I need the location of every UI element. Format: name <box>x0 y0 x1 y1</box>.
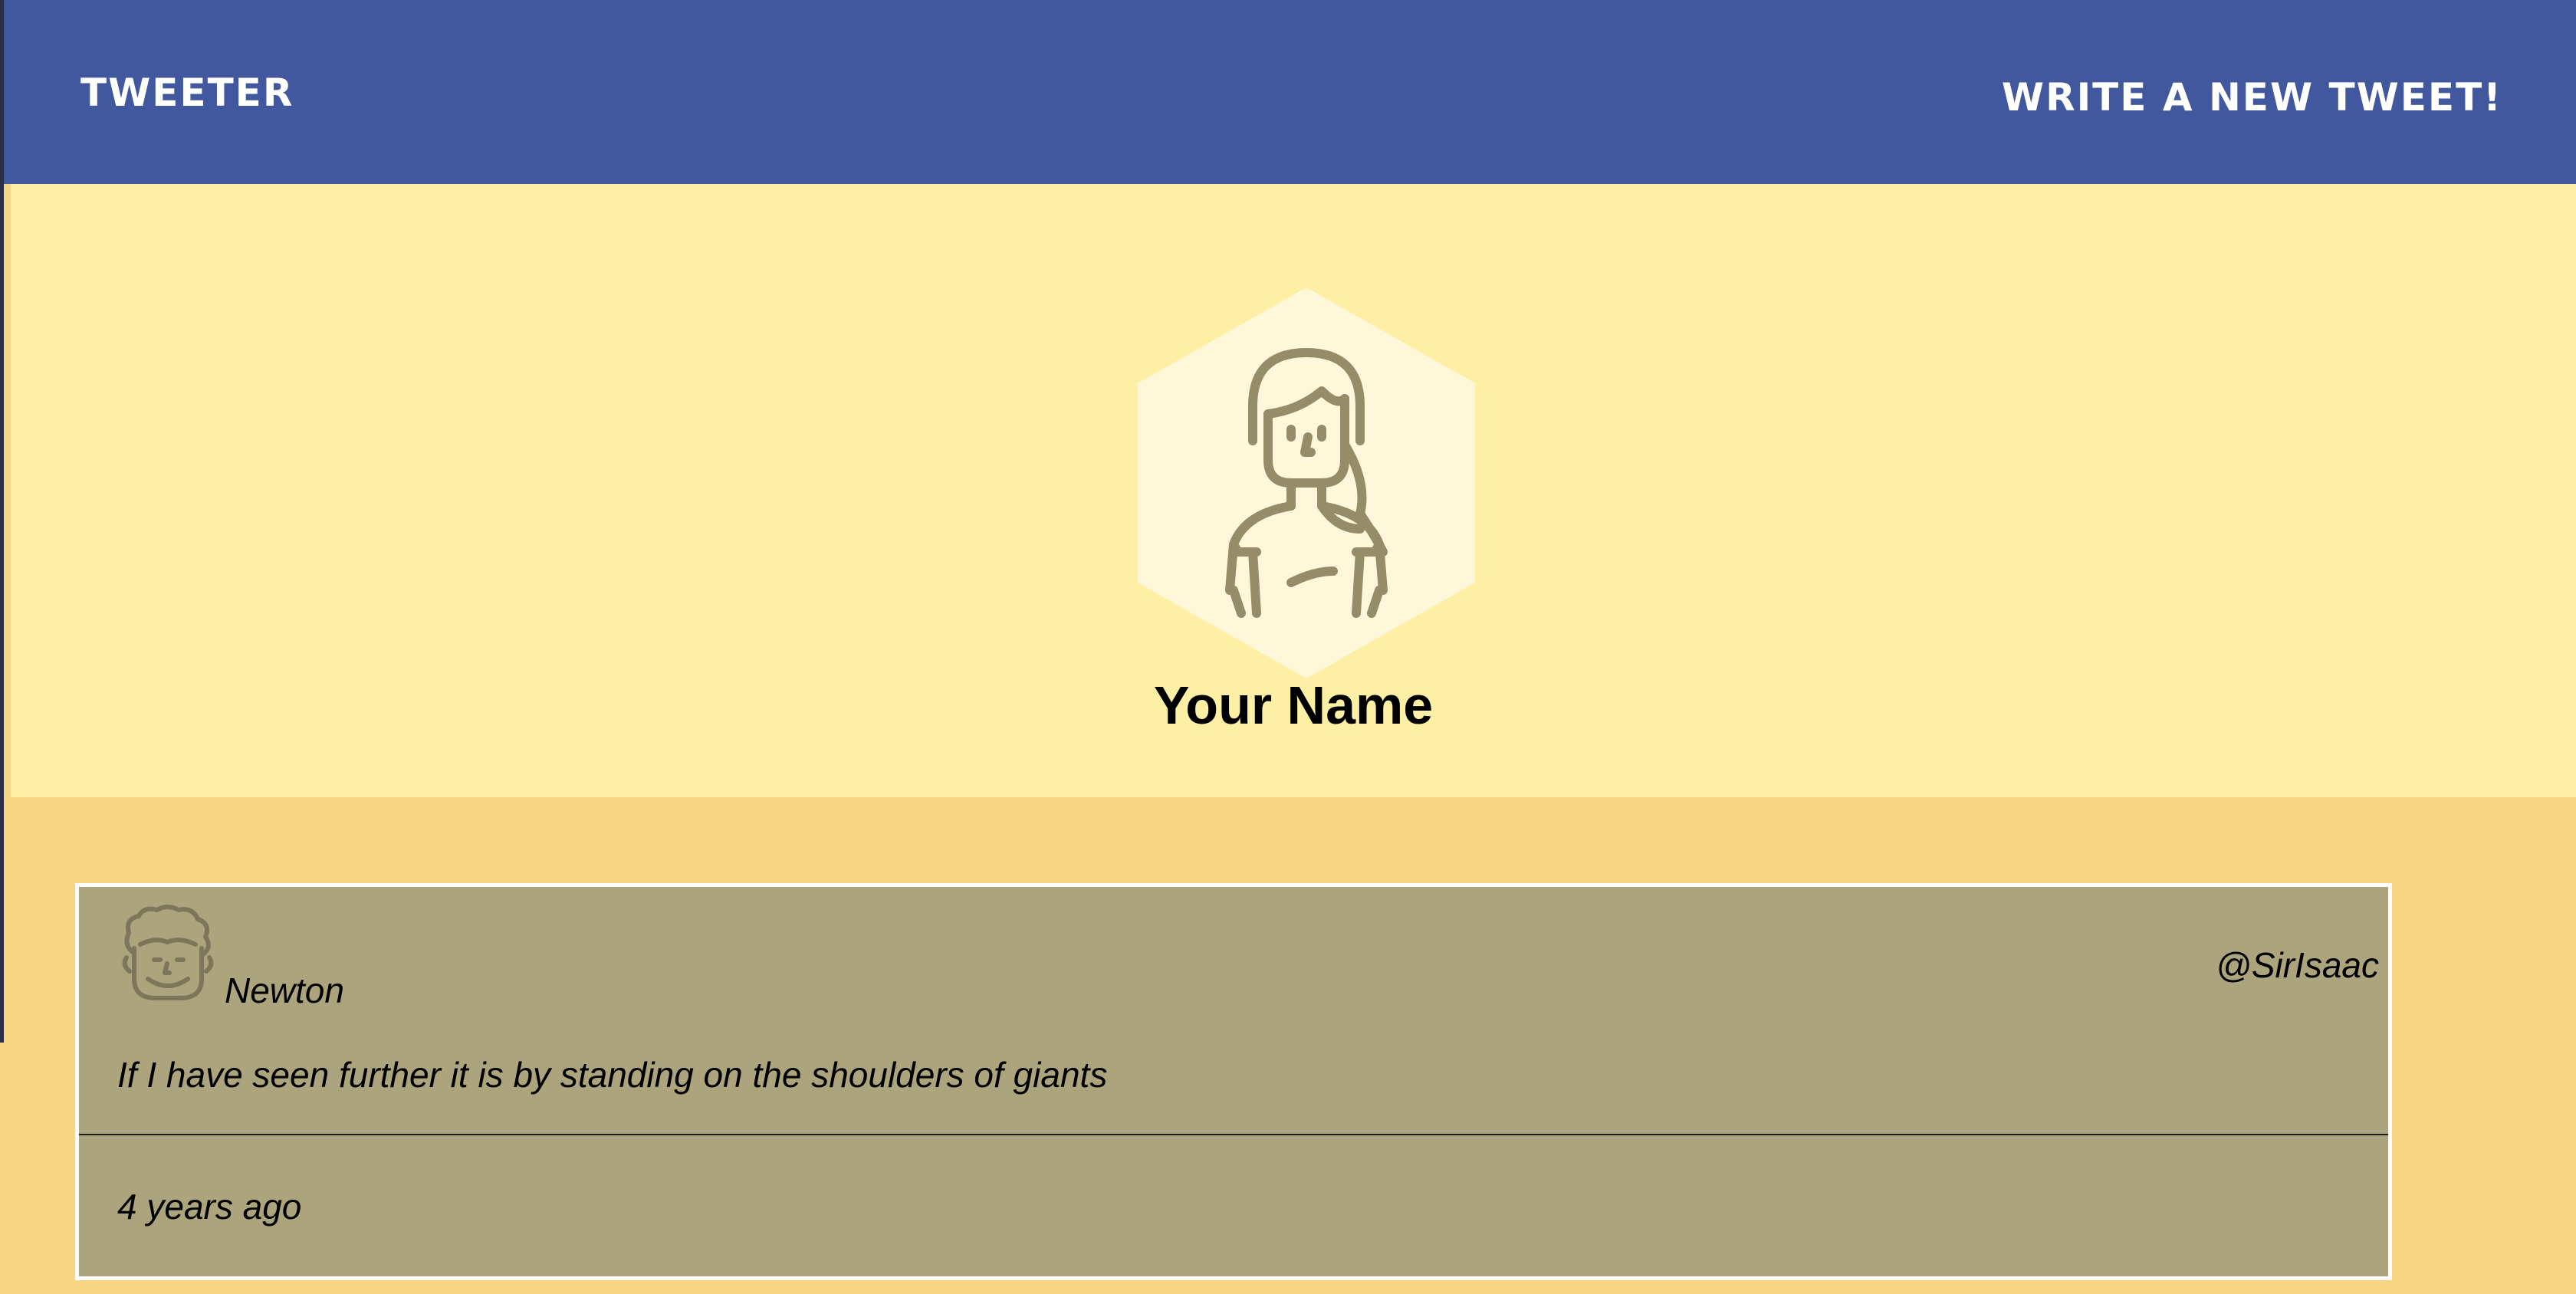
tweet-author-name[interactable]: Newton <box>225 970 344 1011</box>
tweet-card: Newton @SirIsaac If I have seen further … <box>75 883 2392 1280</box>
tweet-divider <box>79 1134 2388 1135</box>
tweet-avatar <box>117 902 217 1010</box>
man-curly-hair-avatar-icon <box>122 905 214 1000</box>
write-new-tweet-link[interactable]: Write a new tweet! <box>2002 75 2502 120</box>
woman-avatar-icon <box>1138 287 1475 678</box>
brand-logo[interactable]: Tweeter <box>80 71 294 115</box>
profile-name: Your Name <box>1153 675 1434 735</box>
tweet-timestamp: 4 years ago <box>117 1187 302 1227</box>
profile-header: Your Name <box>11 184 2576 797</box>
tweet-body: If I have seen further it is by standing… <box>117 1055 1108 1095</box>
tweet-author-handle[interactable]: @SirIsaac <box>2216 944 2379 986</box>
top-nav: Tweeter Write a new tweet! <box>4 0 2576 184</box>
profile-avatar <box>1130 284 1483 682</box>
